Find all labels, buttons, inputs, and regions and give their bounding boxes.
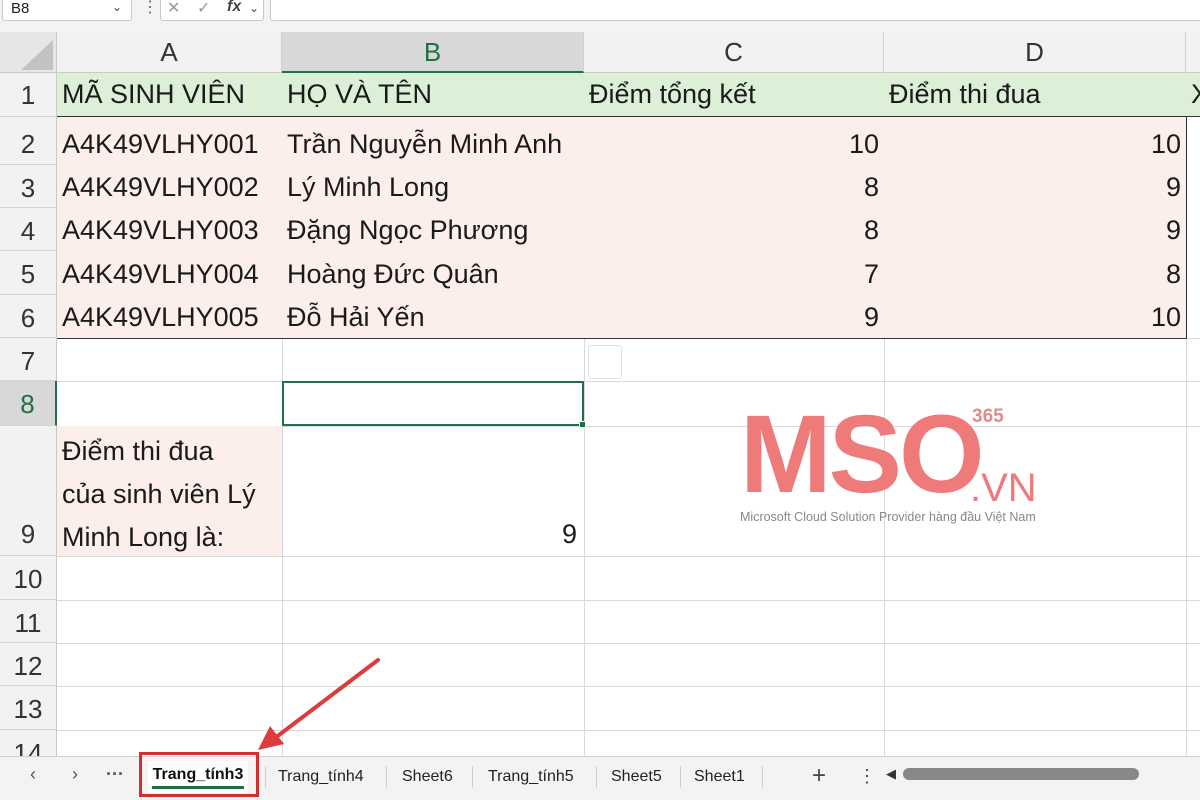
tab-next-icon[interactable]: › [72,764,78,785]
watermark-tagline: Microsoft Cloud Solution Provider hàng đ… [740,510,1036,524]
annotation-highlight-box [139,752,259,797]
cell-e1[interactable]: X [1186,73,1200,117]
cell-a2[interactable]: A4K49VLHY001 [57,117,283,166]
sheet-tab-sheet1[interactable]: Sheet1 [694,768,745,786]
watermark-logo: MSO [740,393,985,516]
gridline [57,686,1200,687]
cell-d4[interactable]: 9 [884,208,1187,252]
row-header-3[interactable]: 3 [0,165,57,208]
cell-c3[interactable]: 8 [584,165,885,209]
cell-d6[interactable]: 10 [884,295,1187,339]
horizontal-scrollbar-thumb[interactable] [903,768,1139,780]
row-header-2[interactable]: 2 [0,117,57,165]
row-header-4[interactable]: 4 [0,208,57,251]
arrow-shaft [273,658,380,740]
cell-c6[interactable]: 9 [584,295,885,339]
sheet-tab-sheet6[interactable]: Sheet6 [402,768,453,786]
tab-separator [472,766,473,788]
gridline [57,730,1200,731]
cell-b9[interactable]: 9 [283,512,583,556]
cell-b5[interactable]: Hoàng Đức Quân [282,251,585,296]
column-header-a[interactable]: A [57,32,282,73]
cell-b4[interactable]: Đặng Ngọc Phương [282,208,585,252]
note-line-2: của sinh viên Lý [62,479,256,509]
gridline [57,381,1200,382]
selected-cell-b8[interactable] [282,381,584,426]
chevron-down-icon[interactable]: ⌄ [112,0,122,14]
row-header-7[interactable]: 7 [0,338,57,381]
tab-separator [680,766,681,788]
sheet-tab-trang-tinh4[interactable]: Trang_tính4 [278,768,364,786]
sheet-tab-trang-tinh5[interactable]: Trang_tính5 [488,768,574,786]
row-header-1[interactable]: 1 [0,73,57,117]
more-vertical-icon[interactable]: ⋮ [142,0,158,17]
paste-options-button[interactable] [588,345,622,379]
cell-a4[interactable]: A4K49VLHY003 [57,208,283,252]
gridline [57,643,1200,644]
tab-separator [386,766,387,788]
cell-b6[interactable]: Đỗ Hải Yến [282,295,585,339]
function-icon[interactable]: fx [227,0,241,16]
cell-d3[interactable]: 9 [884,165,1187,209]
fill-handle[interactable] [579,421,586,428]
tab-separator [265,766,266,788]
cell-d2[interactable]: 10 [884,117,1187,166]
cell-a1[interactable]: MÃ SINH VIÊN [57,73,283,117]
row-header-9[interactable]: 9 [0,426,57,556]
cell-c4[interactable]: 8 [584,208,885,252]
watermark-365: 365 [972,406,1004,427]
column-header-c[interactable]: C [584,32,884,73]
cell-c1[interactable]: Điểm tổng kết [584,73,885,117]
row-header-6[interactable]: 6 [0,295,57,338]
sheet-tab-sheet5[interactable]: Sheet5 [611,768,662,786]
cell-c5[interactable]: 7 [584,251,885,296]
cell-b3[interactable]: Lý Minh Long [282,165,585,209]
watermark-suffix: .VN [970,466,1037,510]
confirm-icon[interactable]: ✓ [197,0,210,18]
chevron-down-icon[interactable]: ⌄ [249,1,259,15]
tab-separator [596,766,597,788]
cell-b1[interactable]: HỌ VÀ TÊN [282,73,585,117]
sheet-menu-icon[interactable]: ⋮ [858,766,876,787]
cell-a3[interactable]: A4K49VLHY002 [57,165,283,209]
select-all-triangle [21,40,53,70]
add-sheet-icon[interactable]: + [812,762,826,790]
row-header-10[interactable]: 10 [0,556,57,600]
formula-input[interactable] [270,0,1200,21]
gridline [57,600,1200,601]
column-header-b[interactable]: B [282,32,584,73]
tab-more-icon[interactable]: ··· [106,764,124,785]
row-header-12[interactable]: 12 [0,643,57,686]
tab-prev-icon[interactable]: ‹ [30,764,36,785]
row-header-5[interactable]: 5 [0,251,57,295]
row-header-13[interactable]: 13 [0,686,57,730]
tab-separator [762,766,763,788]
cell-a6[interactable]: A4K49VLHY005 [57,295,283,339]
column-header-e[interactable] [1186,32,1200,73]
cell-b2[interactable]: Trần Nguyễn Minh Anh [282,117,585,166]
cell-d5[interactable]: 8 [884,251,1187,296]
note-line-1: Điểm thi đua [62,436,214,466]
formula-tools: ✕ ✓ fx ⌄ [160,0,264,21]
cell-c2[interactable]: 10 [584,117,885,166]
note-line-3: Minh Long là: [62,522,225,552]
cell-a5[interactable]: A4K49VLHY004 [57,251,283,296]
column-header-d[interactable]: D [884,32,1186,73]
cell-a9[interactable]: Điểm thi đua của sinh viên Lý Minh Long … [57,426,282,556]
cell-d1[interactable]: Điểm thi đua [884,73,1187,117]
row-header-11[interactable]: 11 [0,600,57,643]
row-header-8[interactable]: 8 [0,381,57,426]
cancel-icon[interactable]: ✕ [167,0,180,18]
scroll-left-icon[interactable]: ◀ [886,766,896,782]
